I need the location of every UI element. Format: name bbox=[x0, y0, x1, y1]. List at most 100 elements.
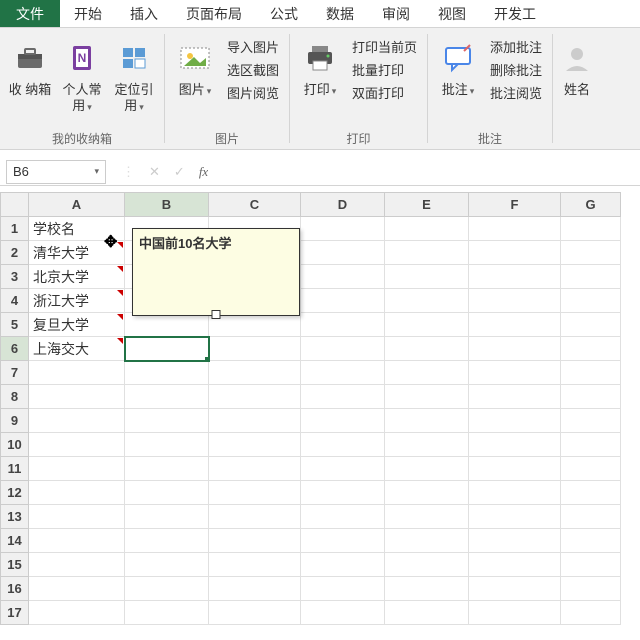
cell-D6[interactable] bbox=[301, 337, 385, 361]
cell-F9[interactable] bbox=[469, 409, 561, 433]
cell-E1[interactable] bbox=[385, 217, 469, 241]
cell-B12[interactable] bbox=[125, 481, 209, 505]
cell-G15[interactable] bbox=[561, 553, 621, 577]
cell-A17[interactable] bbox=[29, 601, 125, 625]
cell-F17[interactable] bbox=[469, 601, 561, 625]
cell-A1[interactable]: 学校名 bbox=[29, 217, 125, 241]
cell-E13[interactable] bbox=[385, 505, 469, 529]
cell-B16[interactable] bbox=[125, 577, 209, 601]
cell-F3[interactable] bbox=[469, 265, 561, 289]
cell-D2[interactable] bbox=[301, 241, 385, 265]
cell-D5[interactable] bbox=[301, 313, 385, 337]
tab-review[interactable]: 审阅 bbox=[368, 0, 424, 27]
cell-A7[interactable] bbox=[29, 361, 125, 385]
row-header-15[interactable]: 15 bbox=[1, 553, 29, 577]
cell-E7[interactable] bbox=[385, 361, 469, 385]
tab-data[interactable]: 数据 bbox=[312, 0, 368, 27]
cell-E12[interactable] bbox=[385, 481, 469, 505]
row-header-14[interactable]: 14 bbox=[1, 529, 29, 553]
cell-F13[interactable] bbox=[469, 505, 561, 529]
cell-G5[interactable] bbox=[561, 313, 621, 337]
cell-A15[interactable] bbox=[29, 553, 125, 577]
cell-C7[interactable] bbox=[209, 361, 301, 385]
tab-file[interactable]: 文件 bbox=[0, 0, 60, 27]
cell-D11[interactable] bbox=[301, 457, 385, 481]
cell-G11[interactable] bbox=[561, 457, 621, 481]
cell-G4[interactable] bbox=[561, 289, 621, 313]
comment-button[interactable]: 批注▾ bbox=[432, 34, 484, 99]
cell-E15[interactable] bbox=[385, 553, 469, 577]
cell-A9[interactable] bbox=[29, 409, 125, 433]
cell-E4[interactable] bbox=[385, 289, 469, 313]
cell-F10[interactable] bbox=[469, 433, 561, 457]
cell-E8[interactable] bbox=[385, 385, 469, 409]
cell-G17[interactable] bbox=[561, 601, 621, 625]
cell-C8[interactable] bbox=[209, 385, 301, 409]
row-header-4[interactable]: 4 bbox=[1, 289, 29, 313]
name-box[interactable]: B6 ▾ bbox=[6, 160, 106, 184]
name-button[interactable]: 姓名 bbox=[557, 34, 597, 98]
cell-D4[interactable] bbox=[301, 289, 385, 313]
inbox-button[interactable]: 收 纳箱 bbox=[4, 34, 56, 98]
cell-B8[interactable] bbox=[125, 385, 209, 409]
cell-A14[interactable] bbox=[29, 529, 125, 553]
spreadsheet-grid[interactable]: ABCDEFG1学校名2清华大学3北京大学4浙江大学5复旦大学6上海交大7891… bbox=[0, 192, 640, 625]
tab-formula[interactable]: 公式 bbox=[256, 0, 312, 27]
cell-B5[interactable] bbox=[125, 313, 209, 337]
cell-A10[interactable] bbox=[29, 433, 125, 457]
cell-A5[interactable]: 复旦大学 bbox=[29, 313, 125, 337]
cell-G2[interactable] bbox=[561, 241, 621, 265]
cell-G1[interactable] bbox=[561, 217, 621, 241]
cell-C14[interactable] bbox=[209, 529, 301, 553]
print-current[interactable]: 打印当前页 bbox=[352, 38, 417, 58]
cell-C17[interactable] bbox=[209, 601, 301, 625]
cell-F7[interactable] bbox=[469, 361, 561, 385]
locate-button[interactable]: 定位引 用▾ bbox=[108, 34, 160, 115]
cell-C12[interactable] bbox=[209, 481, 301, 505]
cell-C13[interactable] bbox=[209, 505, 301, 529]
cell-G9[interactable] bbox=[561, 409, 621, 433]
col-header-D[interactable]: D bbox=[301, 193, 385, 217]
cell-E9[interactable] bbox=[385, 409, 469, 433]
row-header-8[interactable]: 8 bbox=[1, 385, 29, 409]
tab-insert[interactable]: 插入 bbox=[116, 0, 172, 27]
cell-E6[interactable] bbox=[385, 337, 469, 361]
cell-D10[interactable] bbox=[301, 433, 385, 457]
cell-A11[interactable] bbox=[29, 457, 125, 481]
cell-B11[interactable] bbox=[125, 457, 209, 481]
read-comment[interactable]: 批注阅览 bbox=[490, 84, 542, 104]
cell-D3[interactable] bbox=[301, 265, 385, 289]
import-picture[interactable]: 导入图片 bbox=[227, 38, 279, 58]
confirm-icon[interactable]: ✓ bbox=[174, 164, 185, 180]
cell-B17[interactable] bbox=[125, 601, 209, 625]
cell-C16[interactable] bbox=[209, 577, 301, 601]
cell-D17[interactable] bbox=[301, 601, 385, 625]
cell-E16[interactable] bbox=[385, 577, 469, 601]
cell-G12[interactable] bbox=[561, 481, 621, 505]
cell-F2[interactable] bbox=[469, 241, 561, 265]
row-header-13[interactable]: 13 bbox=[1, 505, 29, 529]
cell-D14[interactable] bbox=[301, 529, 385, 553]
select-all-corner[interactable] bbox=[1, 193, 29, 217]
cell-F8[interactable] bbox=[469, 385, 561, 409]
crop-picture[interactable]: 选区截图 bbox=[227, 61, 279, 81]
fx-icon[interactable]: fx bbox=[199, 164, 208, 180]
cell-E11[interactable] bbox=[385, 457, 469, 481]
cell-C11[interactable] bbox=[209, 457, 301, 481]
row-header-10[interactable]: 10 bbox=[1, 433, 29, 457]
cell-C5[interactable] bbox=[209, 313, 301, 337]
tab-layout[interactable]: 页面布局 bbox=[172, 0, 256, 27]
cell-B13[interactable] bbox=[125, 505, 209, 529]
browse-picture[interactable]: 图片阅览 bbox=[227, 84, 279, 104]
cell-F11[interactable] bbox=[469, 457, 561, 481]
print-batch[interactable]: 批量打印 bbox=[352, 61, 417, 81]
cell-A6[interactable]: 上海交大 bbox=[29, 337, 125, 361]
cell-G13[interactable] bbox=[561, 505, 621, 529]
cell-C15[interactable] bbox=[209, 553, 301, 577]
del-comment[interactable]: 删除批注 bbox=[490, 61, 542, 81]
cell-E14[interactable] bbox=[385, 529, 469, 553]
add-comment[interactable]: 添加批注 bbox=[490, 38, 542, 58]
tab-home[interactable]: 开始 bbox=[60, 0, 116, 27]
cell-G7[interactable] bbox=[561, 361, 621, 385]
cancel-icon[interactable]: ✕ bbox=[149, 164, 160, 180]
